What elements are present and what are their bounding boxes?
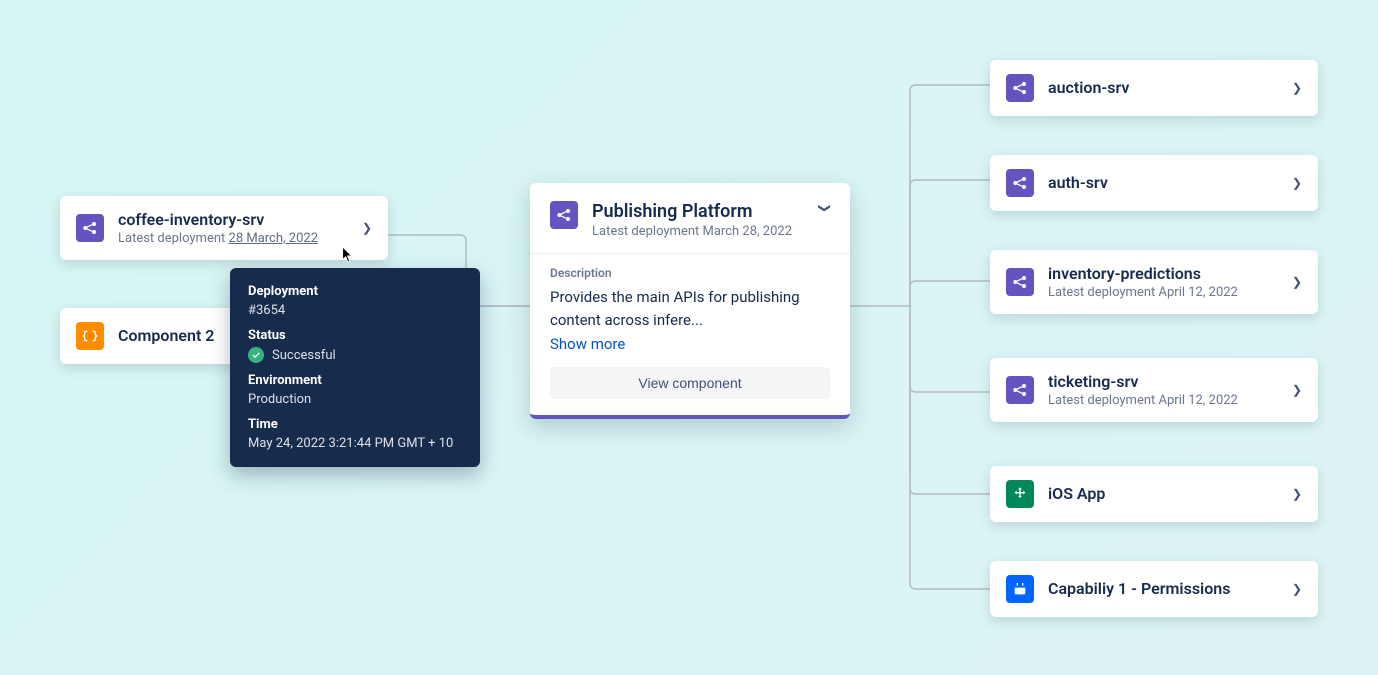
node-title: auth-srv bbox=[1048, 173, 1280, 192]
chevron-right-icon: ❯ bbox=[1292, 582, 1302, 596]
node-ticketing-srv[interactable]: ticketing-srv Latest deployment April 12… bbox=[990, 358, 1318, 422]
share-icon bbox=[550, 201, 578, 229]
node-subtitle: Latest deployment April 12, 2022 bbox=[1048, 285, 1280, 300]
node-title: inventory-predictions bbox=[1048, 264, 1280, 283]
share-icon bbox=[76, 214, 104, 242]
chevron-right-icon: ❯ bbox=[1292, 81, 1302, 95]
show-more-link[interactable]: Show more bbox=[550, 335, 830, 353]
chevron-right-icon: ❯ bbox=[1292, 487, 1302, 501]
tooltip-time-value: May 24, 2022 3:21:44 PM GMT + 10 bbox=[248, 436, 462, 451]
chevron-right-icon: ❯ bbox=[1292, 275, 1302, 289]
description-text: Provides the main APIs for publishing co… bbox=[550, 286, 830, 331]
center-title: Publishing Platform bbox=[592, 201, 808, 222]
tooltip-deployment-label: Deployment bbox=[248, 284, 462, 299]
check-circle-icon bbox=[248, 347, 264, 363]
tooltip-deployment-value: #3654 bbox=[248, 303, 462, 318]
tooltip-status-row: Successful bbox=[248, 347, 462, 363]
node-title: ticketing-srv bbox=[1048, 372, 1280, 391]
brackets-icon bbox=[76, 322, 104, 350]
share-icon bbox=[1006, 376, 1034, 404]
chevron-down-icon[interactable]: ❯ bbox=[818, 203, 832, 213]
description-label: Description bbox=[550, 266, 830, 280]
chevron-right-icon: ❯ bbox=[362, 221, 372, 235]
view-component-button[interactable]: View component bbox=[550, 367, 830, 399]
tooltip-environment-label: Environment bbox=[248, 373, 462, 388]
chevron-right-icon: ❯ bbox=[1292, 176, 1302, 190]
tooltip-environment-value: Production bbox=[248, 392, 462, 407]
share-icon bbox=[1006, 268, 1034, 296]
node-title: auction-srv bbox=[1048, 78, 1280, 97]
share-icon bbox=[1006, 74, 1034, 102]
share-icon bbox=[1006, 169, 1034, 197]
node-subtitle: Latest deployment April 12, 2022 bbox=[1048, 393, 1280, 408]
node-capability-permissions[interactable]: Capabiliy 1 - Permissions ❯ bbox=[990, 561, 1318, 617]
tooltip-time-label: Time bbox=[248, 417, 462, 432]
node-coffee-inventory[interactable]: coffee-inventory-srv Latest deployment 2… bbox=[60, 196, 388, 260]
calendar-icon bbox=[1006, 575, 1034, 603]
mouse-cursor-icon bbox=[341, 246, 355, 264]
app-icon bbox=[1006, 480, 1034, 508]
center-subtitle: Latest deployment March 28, 2022 bbox=[592, 224, 808, 239]
node-auth-srv[interactable]: auth-srv ❯ bbox=[990, 155, 1318, 211]
node-title: Capabiliy 1 - Permissions bbox=[1048, 579, 1280, 598]
chevron-right-icon: ❯ bbox=[1292, 383, 1302, 397]
node-subtitle: Latest deployment 28 March, 2022 bbox=[118, 231, 350, 246]
node-inventory-predictions[interactable]: inventory-predictions Latest deployment … bbox=[990, 250, 1318, 314]
node-auction-srv[interactable]: auction-srv ❯ bbox=[990, 60, 1318, 116]
deployment-tooltip: Deployment #3654 Status Successful Envir… bbox=[230, 268, 480, 467]
node-ios-app[interactable]: iOS App ❯ bbox=[990, 466, 1318, 522]
deployment-date-link[interactable]: 28 March, 2022 bbox=[229, 231, 319, 246]
tooltip-status-label: Status bbox=[248, 328, 462, 343]
node-publishing-platform[interactable]: Publishing Platform Latest deployment Ma… bbox=[530, 183, 850, 419]
node-title: coffee-inventory-srv bbox=[118, 210, 350, 229]
node-title: iOS App bbox=[1048, 484, 1280, 503]
